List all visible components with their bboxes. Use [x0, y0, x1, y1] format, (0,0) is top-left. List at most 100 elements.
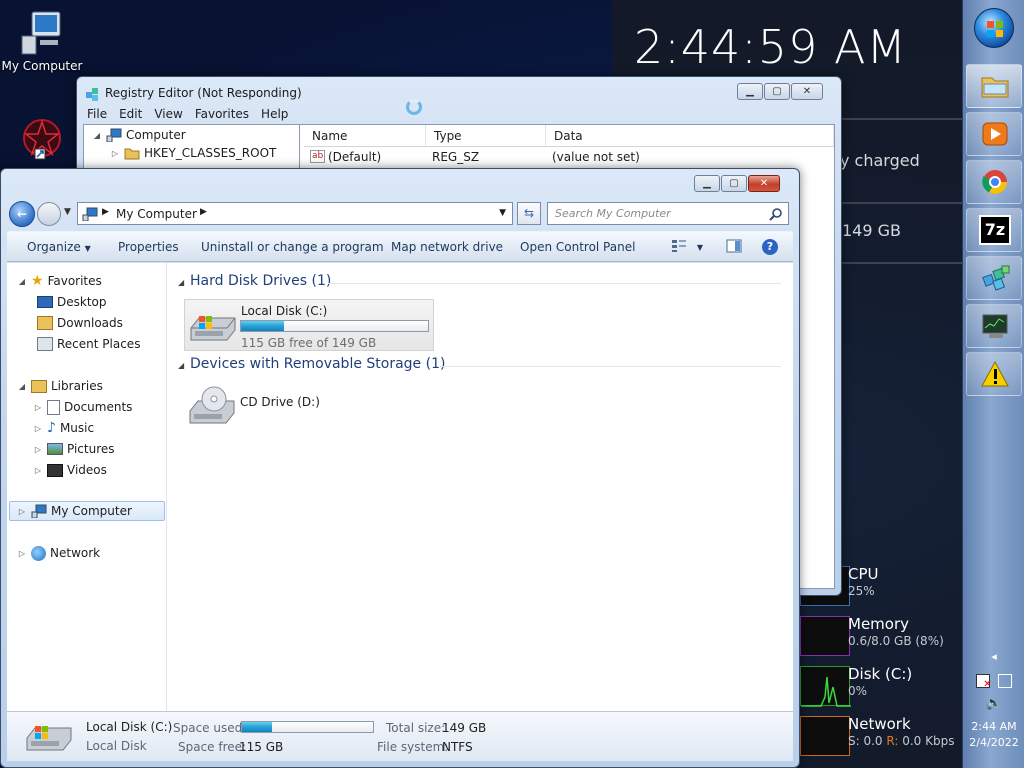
expand-icon[interactable]: ▷ [33, 445, 43, 454]
open-control-panel-button[interactable]: Open Control Panel [520, 240, 635, 254]
network-tray-icon[interactable] [997, 674, 1012, 688]
group-collapse-icon[interactable]: ◢ [178, 278, 184, 287]
recent-pages-chevron-icon[interactable]: ▼ [64, 207, 71, 217]
cd-drive-tile[interactable]: CD Drive (D:) [184, 381, 434, 433]
network-icon [31, 545, 46, 561]
taskbar-monitor-button[interactable] [966, 304, 1022, 348]
nav-libraries[interactable]: ◢ Libraries [17, 377, 103, 395]
menu-edit[interactable]: Edit [113, 105, 148, 123]
column-header-name[interactable]: Name [304, 125, 426, 146]
nav-recent-places[interactable]: Recent Places [37, 335, 140, 353]
network-meter [800, 716, 850, 756]
nav-my-computer[interactable]: ▷ My Computer [17, 502, 132, 520]
expand-icon[interactable]: ▷ [33, 424, 43, 433]
refresh-button[interactable]: ⇆ [517, 202, 541, 225]
expand-icon[interactable]: ▷ [17, 507, 27, 516]
start-button[interactable] [974, 8, 1014, 48]
breadcrumb-my-computer[interactable]: My Computer [116, 207, 197, 221]
explorer-body: ◢ ★ Favorites Desktop Downloads Recent P… [7, 263, 793, 711]
network-receive-label: R: [886, 734, 899, 748]
address-dropdown-icon[interactable]: ▼ [499, 208, 506, 218]
breadcrumb-arrow-icon[interactable]: ▶ [200, 207, 207, 217]
forward-button[interactable] [37, 202, 61, 226]
column-header-type[interactable]: Type [426, 125, 546, 146]
disk-label: Disk (C:) [848, 665, 913, 683]
tray-time[interactable]: 2:44 AM [963, 720, 1024, 733]
tray-chevron-icon[interactable]: ◂ [963, 650, 1024, 663]
search-placeholder[interactable]: Search My Computer [555, 207, 671, 220]
preview-pane-button[interactable] [726, 239, 742, 256]
tray-date[interactable]: 2/4/2022 [963, 736, 1024, 749]
tree-item-hkcr[interactable]: ▷ HKEY_CLASSES_ROOT [110, 146, 276, 160]
desktop-my-computer-icon[interactable]: My Computer [0, 10, 84, 73]
taskbar-chrome-button[interactable] [966, 160, 1022, 204]
music-icon: ♪ [47, 420, 56, 436]
taskbar-explorer-button[interactable] [966, 64, 1022, 108]
desktop-shortcut-icon[interactable] [0, 116, 84, 167]
search-box[interactable]: Search My Computer [547, 202, 789, 225]
navigation-pane[interactable]: ◢ ★ Favorites Desktop Downloads Recent P… [7, 263, 167, 711]
nav-label: Videos [67, 463, 107, 477]
expand-icon[interactable]: ◢ [17, 277, 27, 286]
disk-value: 0% [848, 684, 868, 698]
local-disk-tile[interactable]: Local Disk (C:) 115 GB free of 149 GB [184, 299, 434, 351]
memory-label: Memory [848, 615, 910, 633]
map-network-drive-button[interactable]: Map network drive [391, 240, 503, 254]
nav-music[interactable]: ▷ ♪ Music [33, 419, 94, 437]
registry-minimize-button[interactable]: ▁ [737, 83, 763, 100]
details-pane: Local Disk (C:) Local Disk Space used: S… [7, 711, 793, 761]
nav-favorites[interactable]: ◢ ★ Favorites [17, 272, 102, 290]
nav-documents[interactable]: ▷ Documents [33, 398, 132, 416]
change-view-button[interactable]: ▼ [671, 239, 703, 256]
organize-button[interactable]: Organize ▼ [27, 240, 91, 254]
expand-icon[interactable]: ▷ [17, 549, 27, 558]
breadcrumb-arrow-icon[interactable]: ▶ [102, 207, 109, 217]
libraries-icon [31, 379, 47, 393]
registry-maximize-button[interactable]: ▢ [764, 83, 790, 100]
taskbar-media-player-button[interactable] [966, 112, 1022, 156]
menu-help[interactable]: Help [255, 105, 294, 123]
nav-videos[interactable]: ▷ Videos [33, 461, 107, 479]
back-button[interactable]: ← [9, 201, 35, 227]
menu-view[interactable]: View [148, 105, 188, 123]
properties-button[interactable]: Properties [118, 240, 179, 254]
table-row[interactable]: ab (Default) REG_SZ (value not set) [304, 147, 834, 167]
registry-close-button[interactable]: ✕ [791, 83, 823, 100]
group-title-removable[interactable]: Devices with Removable Storage (1) [190, 356, 445, 372]
explorer-close-button[interactable]: ✕ [748, 175, 780, 192]
menu-favorites[interactable]: Favorites [189, 105, 255, 123]
nav-pictures[interactable]: ▷ Pictures [33, 440, 115, 458]
address-bar[interactable]: ▶ My Computer ▶ ▼ [77, 202, 513, 225]
computer-icon [82, 207, 98, 221]
nav-label: Desktop [57, 295, 107, 309]
tree-item-computer[interactable]: ◢ Computer [92, 128, 186, 142]
action-center-icon[interactable]: ✕ [976, 674, 992, 690]
cd-drive-name: CD Drive (D:) [240, 395, 320, 409]
space-free-value: 115 GB [239, 740, 284, 754]
explorer-maximize-button[interactable]: ▢ [721, 175, 747, 192]
volume-icon[interactable]: 🔈 [963, 696, 1024, 711]
nav-desktop[interactable]: Desktop [37, 293, 107, 311]
nav-label: Network [50, 546, 101, 560]
nav-downloads[interactable]: Downloads [37, 314, 123, 332]
nav-network[interactable]: ▷ Network [17, 544, 100, 562]
taskbar-warning-button[interactable] [966, 352, 1022, 396]
hard-drive-icon [26, 726, 72, 751]
expand-icon[interactable]: ◢ [17, 382, 27, 391]
group-collapse-icon[interactable]: ◢ [178, 361, 184, 370]
nav-label: Music [59, 421, 95, 435]
taskbar-registry-editor-button[interactable] [966, 256, 1022, 300]
uninstall-program-button[interactable]: Uninstall or change a program [201, 240, 384, 254]
chevron-down-icon: ▼ [84, 244, 91, 253]
explorer-minimize-button[interactable]: ▁ [694, 175, 720, 192]
search-icon[interactable] [769, 207, 783, 221]
expand-icon[interactable]: ▷ [33, 403, 43, 412]
taskbar-7zip-button[interactable]: 7z [966, 208, 1022, 252]
group-title-hard-disks[interactable]: Hard Disk Drives (1) [190, 273, 331, 289]
tree-expand-icon[interactable]: ▷ [110, 149, 120, 158]
column-header-data[interactable]: Data [546, 125, 834, 146]
expand-icon[interactable]: ▷ [33, 466, 43, 475]
tree-expand-icon[interactable]: ◢ [92, 131, 102, 140]
help-button[interactable]: ? [762, 239, 778, 255]
menu-file[interactable]: File [81, 105, 113, 123]
